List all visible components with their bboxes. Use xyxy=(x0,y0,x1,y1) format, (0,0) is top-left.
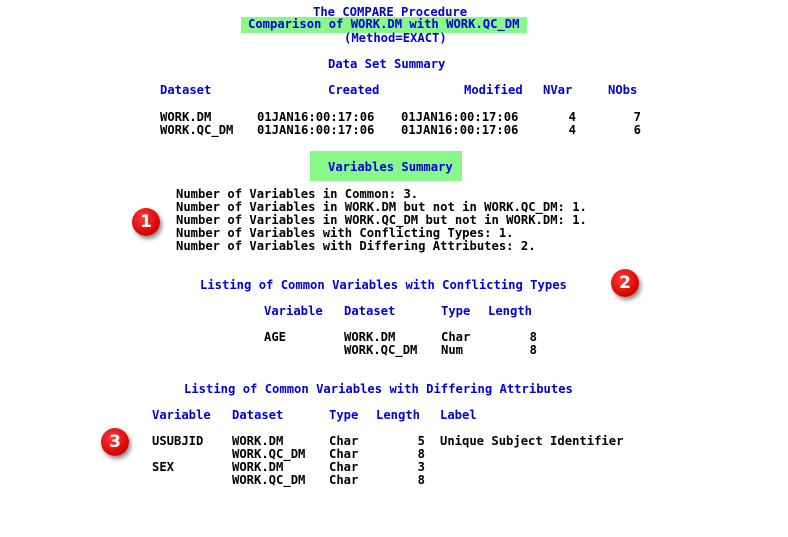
callout-badge-1: 1 xyxy=(132,208,160,236)
col-header-created: Created xyxy=(328,83,380,97)
col-header-type: Type xyxy=(441,304,471,318)
col-header-length: Length xyxy=(488,304,533,318)
conflicting-types-title: Listing of Common Variables with Conflic… xyxy=(200,278,567,292)
cell-type: Char xyxy=(329,473,359,487)
col-header-modified: Modified xyxy=(464,83,523,97)
cell-length: 8 xyxy=(417,473,425,487)
col-header-nvar: NVar xyxy=(543,83,573,97)
cell-nvar: 4 xyxy=(568,123,576,137)
callout-badge-2: 2 xyxy=(611,269,639,297)
cell-modified: 01JAN16:00:17:06 xyxy=(401,123,519,137)
col-header-label: Label xyxy=(440,408,477,422)
variables-summary-title: Variables Summary xyxy=(310,151,462,181)
col-header-dataset: Dataset xyxy=(160,83,212,97)
col-header-dataset: Dataset xyxy=(344,304,396,318)
col-header-nobs: NObs xyxy=(608,83,638,97)
col-header-dataset: Dataset xyxy=(232,408,284,422)
col-header-length: Length xyxy=(376,408,421,422)
col-header-type: Type xyxy=(329,408,359,422)
cell-variable: USUBJID xyxy=(152,434,204,448)
summary-line: Number of Variables with Differing Attri… xyxy=(176,239,536,253)
cell-label: Unique Subject Identifier xyxy=(440,434,624,448)
method-label: (Method=EXACT) xyxy=(344,31,447,45)
cell-nobs: 6 xyxy=(633,123,641,137)
cell-type: Num xyxy=(441,343,464,357)
cell-dataset: WORK.QC_DM xyxy=(160,123,234,137)
col-header-variable: Variable xyxy=(264,304,323,318)
cell-dataset: WORK.QC_DM xyxy=(232,473,306,487)
cell-variable: AGE xyxy=(264,330,287,344)
cell-created: 01JAN16:00:17:06 xyxy=(257,123,375,137)
cell-variable: SEX xyxy=(152,460,175,474)
dataset-summary-title: Data Set Summary xyxy=(328,57,446,71)
callout-badge-3: 3 xyxy=(101,428,129,456)
col-header-variable: Variable xyxy=(152,408,211,422)
cell-length: 8 xyxy=(529,343,537,357)
differing-attributes-title: Listing of Common Variables with Differi… xyxy=(184,382,573,396)
cell-dataset: WORK.QC_DM xyxy=(344,343,418,357)
